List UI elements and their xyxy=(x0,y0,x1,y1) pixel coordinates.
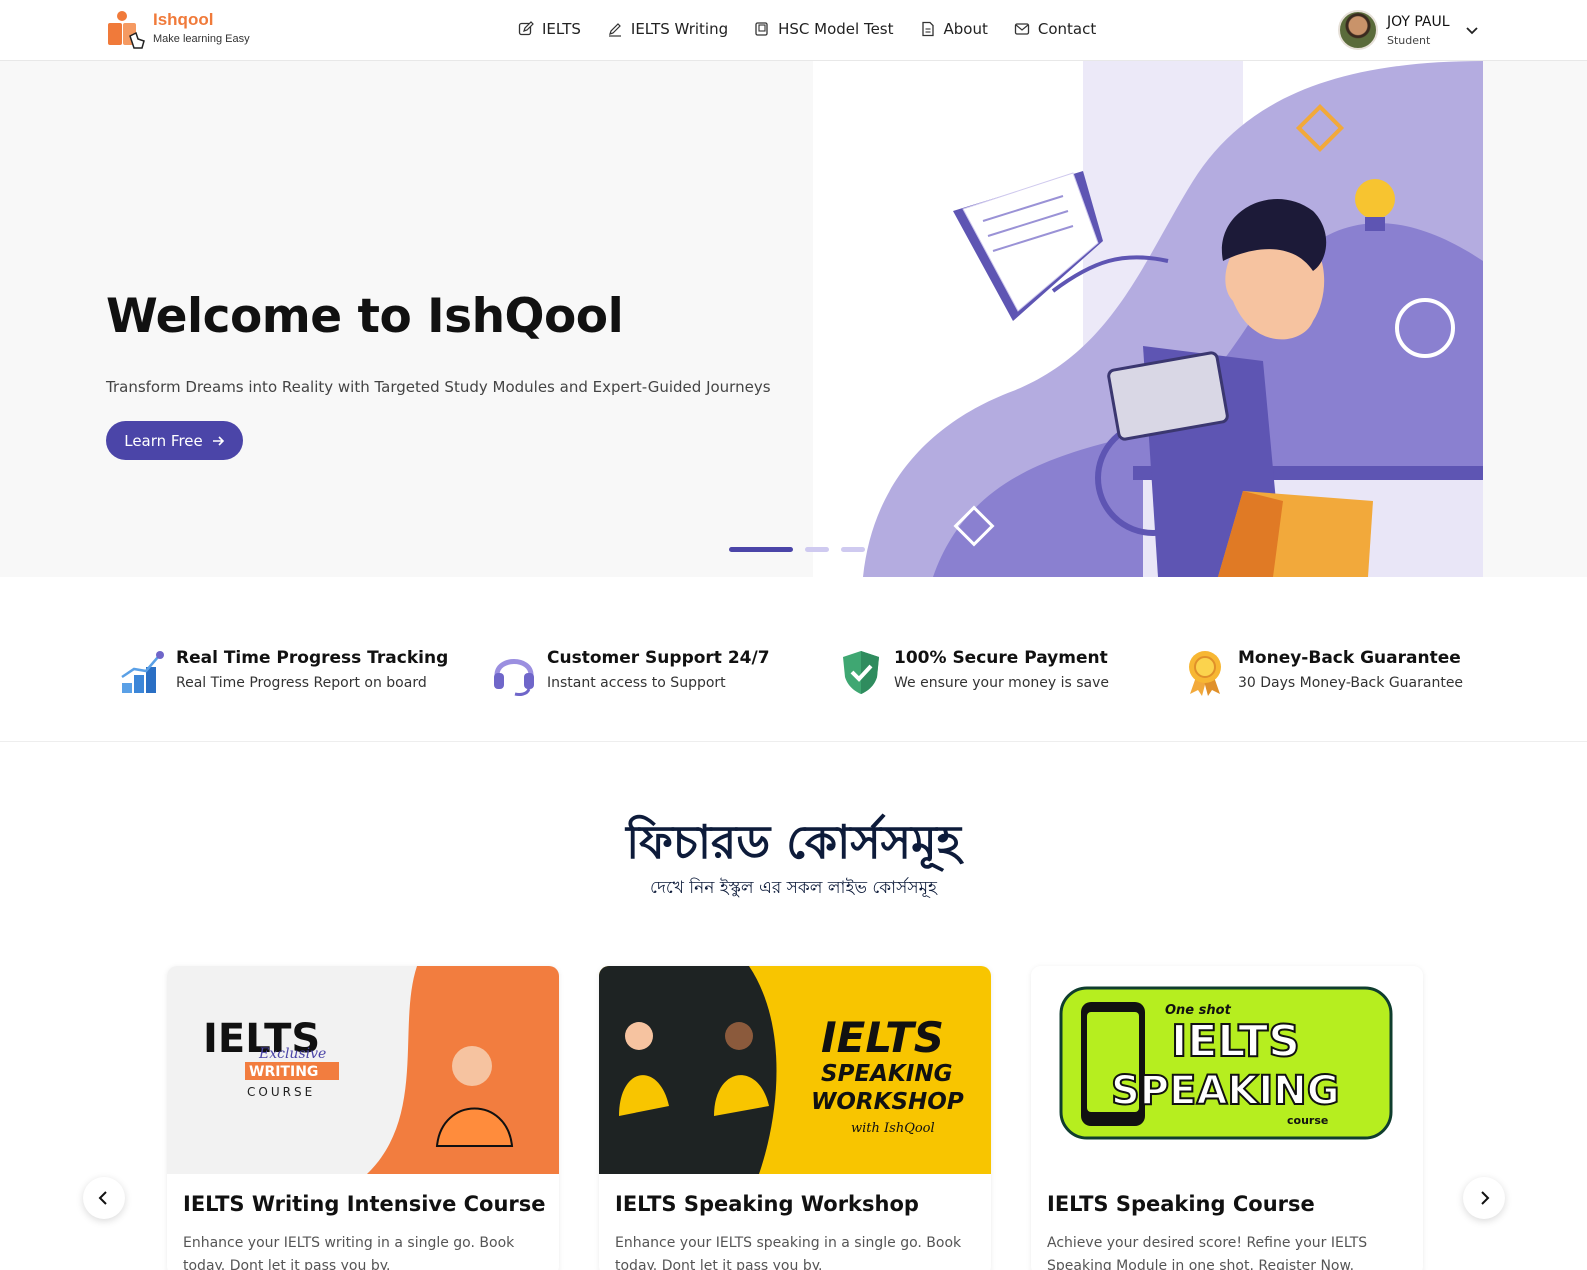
carousel-dot[interactable] xyxy=(729,547,793,552)
featured-courses-title: ফিচারড কোর্সসমূহ xyxy=(626,815,961,869)
feature-desc: 30 Days Money-Back Guarantee xyxy=(1238,675,1464,691)
feature-secure-payment: 100% Secure Payment We ensure your money… xyxy=(836,647,1109,697)
logo-icon xyxy=(106,10,146,50)
feature-title: 100% Secure Payment xyxy=(894,648,1108,668)
edit-icon xyxy=(518,21,534,36)
feature-progress-tracking: Real Time Progress Tracking Real Time Pr… xyxy=(118,647,448,697)
book-icon xyxy=(755,22,768,36)
hero-subtitle: Transform Dreams into Reality with Targe… xyxy=(106,378,771,396)
top-navbar: Ishqool Make learning Easy IELTS IELTS W… xyxy=(0,0,1587,61)
arrow-right-icon xyxy=(212,435,224,446)
nav-item-label: Contact xyxy=(1037,20,1097,38)
banner-line1: IELTS xyxy=(821,1013,944,1062)
learn-free-label: Learn Free xyxy=(124,431,203,450)
feature-title: Real Time Progress Tracking xyxy=(176,648,449,668)
mail-icon xyxy=(1014,23,1030,35)
features-strip: Real Time Progress Tracking Real Time Pr… xyxy=(0,577,1587,742)
banner-line3: SPEAKING xyxy=(1111,1068,1340,1114)
course-banner: IELTS Exclusive WRITING COURSE xyxy=(167,966,559,1174)
hero-carousel-dots xyxy=(729,547,865,552)
progress-chart-icon xyxy=(121,651,164,693)
feature-desc: Real Time Progress Report on board xyxy=(176,675,427,691)
feature-desc: We ensure your money is save xyxy=(894,675,1110,691)
user-role: Student xyxy=(1387,34,1431,47)
nav-item-contact[interactable]: Contact xyxy=(1014,20,1096,38)
user-menu[interactable]: JOY PAUL Student xyxy=(1338,10,1480,50)
banner-line4: with IshQool xyxy=(851,1121,935,1136)
course-card[interactable]: IELTS Exclusive WRITING COURSE IELTS Wri… xyxy=(167,966,559,1270)
pen-icon xyxy=(608,23,621,37)
course-title: IELTS Speaking Course xyxy=(1047,1192,1315,1216)
carousel-next-button[interactable] xyxy=(1463,1177,1505,1219)
hero-illustration xyxy=(813,61,1483,577)
headset-icon xyxy=(494,659,534,696)
shield-check-icon xyxy=(843,651,879,694)
learn-free-button[interactable]: Learn Free xyxy=(106,421,243,460)
course-title: IELTS Writing Intensive Course xyxy=(183,1192,546,1216)
course-banner: One shot IELTS SPEAKING course xyxy=(1031,966,1423,1174)
award-badge-icon xyxy=(1189,651,1221,696)
feature-title: Money-Back Guarantee xyxy=(1238,648,1461,668)
feature-money-back: Money-Back Guarantee 30 Days Money-Back … xyxy=(1180,647,1463,697)
feature-desc: Instant access to Support xyxy=(547,675,726,691)
nav-item-hsc-model-test[interactable]: HSC Model Test xyxy=(754,20,894,38)
main-nav: IELTS IELTS Writing HSC Model Test About… xyxy=(518,20,1096,38)
course-desc: Enhance your IELTS writing in a single g… xyxy=(183,1235,515,1270)
carousel-dot[interactable] xyxy=(805,547,829,552)
brand-name: Ishqool xyxy=(153,10,214,29)
banner-line2: IELTS xyxy=(1171,1016,1300,1067)
nav-item-label: About xyxy=(943,20,988,38)
featured-courses-subtitle: দেখে নিন ইস্কুল এর সকল লাইভ কোর্সসমূহ xyxy=(650,878,937,898)
nav-item-label: IELTS xyxy=(542,20,581,38)
banner-line4: course xyxy=(1287,1114,1328,1127)
course-banner: IELTS SPEAKING WORKSHOP with IshQool xyxy=(599,966,991,1174)
banner-line2: Exclusive xyxy=(258,1046,326,1062)
course-desc: Achieve your desired score! Refine your … xyxy=(1047,1235,1368,1270)
user-name: JOY PAUL xyxy=(1387,14,1450,30)
nav-item-label: HSC Model Test xyxy=(778,20,894,38)
course-desc: Enhance your IELTS speaking in a single … xyxy=(615,1235,962,1270)
banner-line3: WRITING xyxy=(249,1064,318,1080)
chevron-left-icon xyxy=(98,1191,107,1205)
banner-line3: WORKSHOP xyxy=(811,1089,964,1115)
brand-tagline: Make learning Easy xyxy=(153,33,250,45)
document-icon xyxy=(921,21,934,37)
brand-logo[interactable]: Ishqool Make learning Easy xyxy=(106,10,250,50)
nav-item-ielts-writing[interactable]: IELTS Writing xyxy=(607,20,728,38)
chevron-down-icon[interactable] xyxy=(1464,22,1480,38)
nav-item-ielts[interactable]: IELTS xyxy=(518,20,581,38)
feature-customer-support: Customer Support 24/7 Instant access to … xyxy=(489,647,770,697)
avatar xyxy=(1338,10,1378,50)
feature-title: Customer Support 24/7 xyxy=(547,648,770,668)
carousel-dot[interactable] xyxy=(841,547,865,552)
chevron-right-icon xyxy=(1481,1191,1490,1205)
nav-item-about[interactable]: About xyxy=(920,20,988,38)
nav-item-label: IELTS Writing xyxy=(630,20,729,38)
course-card[interactable]: IELTS SPEAKING WORKSHOP with IshQool IEL… xyxy=(599,966,991,1270)
banner-line2: SPEAKING xyxy=(821,1061,952,1087)
course-title: IELTS Speaking Workshop xyxy=(615,1192,919,1216)
banner-line4: COURSE xyxy=(247,1085,315,1099)
hero-section: Welcome to IshQool Transform Dreams into… xyxy=(0,61,1587,577)
carousel-prev-button[interactable] xyxy=(83,1177,125,1219)
hero-title: Welcome to IshQool xyxy=(106,289,624,344)
course-card[interactable]: One shot IELTS SPEAKING course IELTS Spe… xyxy=(1031,966,1423,1270)
